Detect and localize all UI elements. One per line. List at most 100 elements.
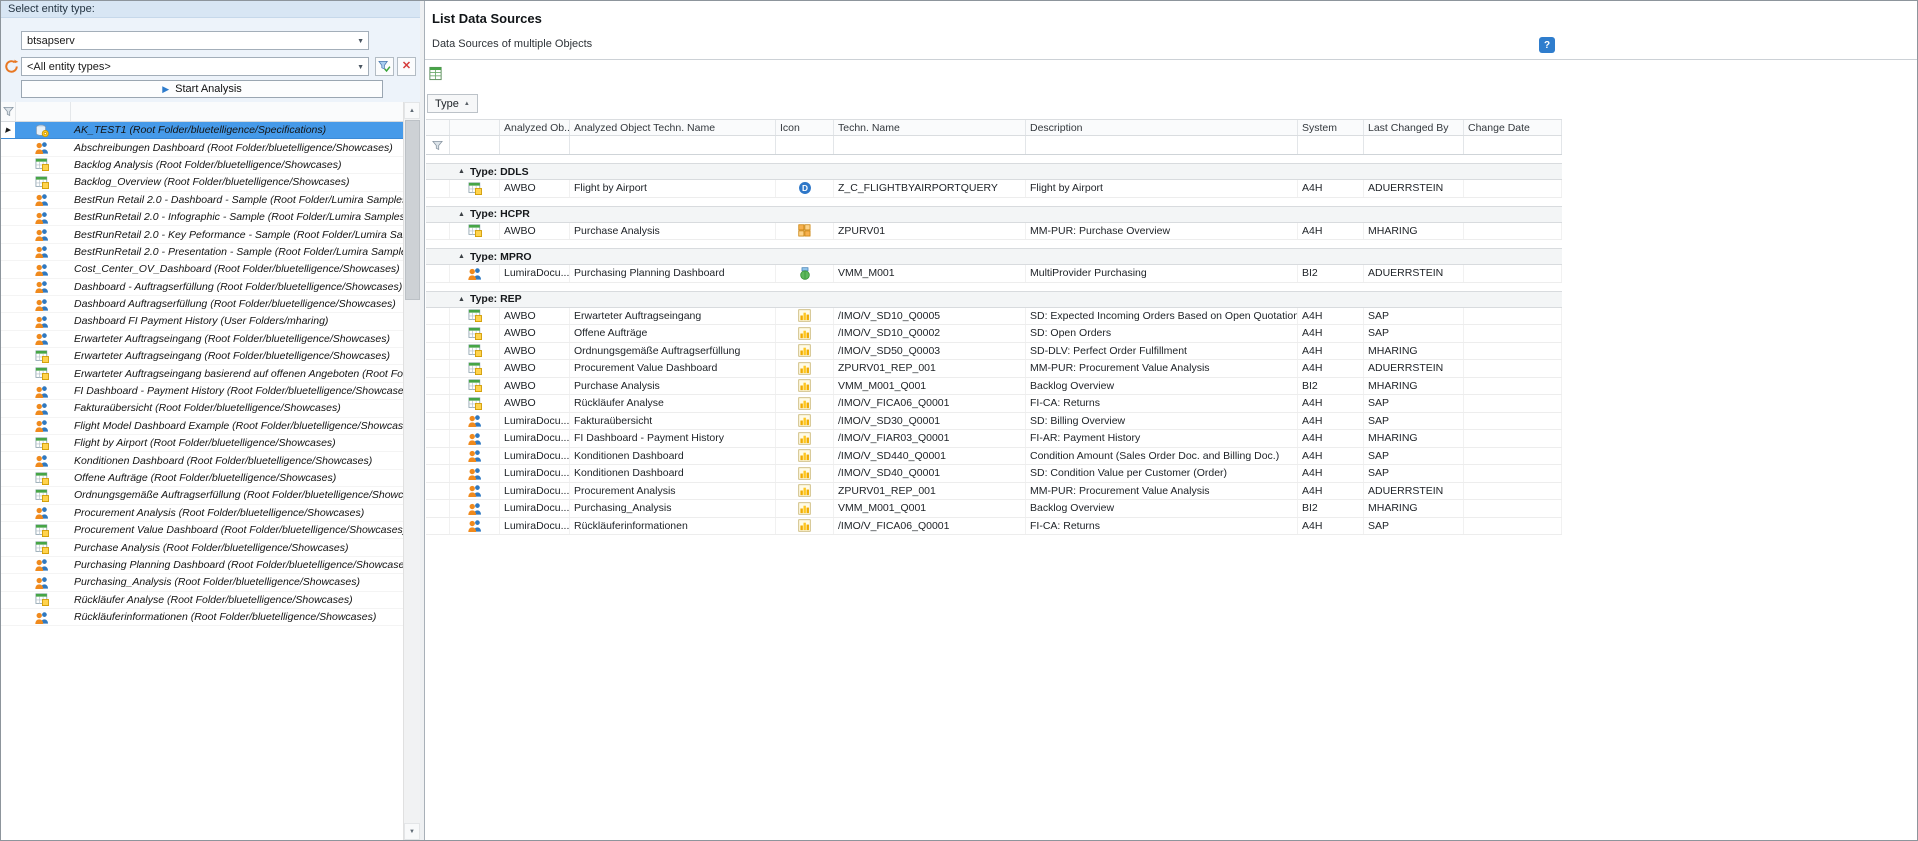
entity-list-item[interactable]: Konditionen Dashboard (Root Folder/bluet…: [1, 452, 403, 469]
column-header[interactable]: System: [1298, 120, 1364, 135]
export-excel-button[interactable]: [428, 66, 444, 82]
entity-list-item[interactable]: Purchasing Planning Dashboard (Root Fold…: [1, 557, 403, 574]
group-row[interactable]: ▲Type: MPRO: [426, 248, 1562, 265]
table-row[interactable]: AWBOFlight by AirportDZ_C_FLIGHTBYAIRPOR…: [426, 180, 1562, 198]
column-header-blank[interactable]: [426, 120, 450, 135]
system-cell: A4H: [1298, 395, 1364, 412]
entity-list-item[interactable]: Purchase Analysis (Root Folder/bluetelli…: [1, 539, 403, 556]
clear-filter-button[interactable]: ✕: [397, 57, 416, 76]
entity-list-item[interactable]: Cost_Center_OV_Dashboard (Root Folder/bl…: [1, 261, 403, 278]
scroll-down-button[interactable]: ▼: [404, 823, 420, 840]
filter-funnel-cell[interactable]: [426, 136, 450, 154]
entity-list-item[interactable]: Dashboard Auftragserfüllung (Root Folder…: [1, 296, 403, 313]
analyzed-object-cell: LumiraDocu...: [500, 265, 570, 282]
table-row[interactable]: LumiraDocu...Purchasing_AnalysisVMM_M001…: [426, 500, 1562, 518]
entity-list-item[interactable]: Dashboard - Auftragserfüllung (Root Fold…: [1, 279, 403, 296]
table-row[interactable]: AWBOPurchase AnalysisZPURV01MM-PUR: Purc…: [426, 223, 1562, 241]
entity-icon-cell: [15, 524, 69, 537]
column-header[interactable]: Change Date: [1464, 120, 1562, 135]
rep-icon: [798, 484, 811, 497]
entity-list-item[interactable]: Abschreibungen Dashboard (Root Folder/bl…: [1, 139, 403, 156]
help-button[interactable]: ?: [1539, 37, 1555, 53]
entity-list-item[interactable]: Fakturaübersicht (Root Folder/bluetellig…: [1, 400, 403, 417]
group-by-chip[interactable]: Type ▲: [427, 94, 478, 113]
lumira-icon: [468, 467, 482, 480]
start-analysis-button[interactable]: ▶ Start Analysis: [21, 80, 383, 98]
entity-list-scrollbar[interactable]: ▲ ▼: [403, 102, 420, 840]
entity-list-item[interactable]: Offene Aufträge (Root Folder/bluetellige…: [1, 470, 403, 487]
entity-list-item[interactable]: FI Dashboard - Payment History (Root Fol…: [1, 383, 403, 400]
entity-list-item[interactable]: Purchasing_Analysis (Root Folder/bluetel…: [1, 574, 403, 591]
system-combo[interactable]: btsapserv ▼: [21, 31, 369, 50]
table-row[interactable]: AWBOOrdnungsgemäße Auftragserfüllung/IMO…: [426, 343, 1562, 361]
filter-cell[interactable]: [450, 136, 500, 154]
awbo-icon: [468, 344, 482, 357]
entity-list-item[interactable]: BestRun Retail 2.0 - Dashboard - Sample …: [1, 192, 403, 209]
entity-list-item[interactable]: Backlog Analysis (Root Folder/bluetellig…: [1, 157, 403, 174]
table-row[interactable]: AWBOErwarteter Auftragseingang/IMO/V_SD1…: [426, 308, 1562, 326]
column-header[interactable]: Icon: [776, 120, 834, 135]
name-column-header[interactable]: [71, 102, 403, 121]
table-row[interactable]: LumiraDocu...Procurement AnalysisZPURV01…: [426, 483, 1562, 501]
entity-list-item[interactable]: Ordnungsgemäße Auftragserfüllung (Root F…: [1, 487, 403, 504]
entity-list-item[interactable]: BestRunRetail 2.0 - Key Peformance - Sam…: [1, 226, 403, 243]
filter-indicator-cell[interactable]: [1, 102, 16, 121]
object-icon-cell: [450, 308, 500, 325]
entity-type-combo[interactable]: <All entity types> ▼: [21, 57, 369, 76]
entity-label: Dashboard Auftragserfüllung (Root Folder…: [69, 298, 403, 310]
entity-list-item[interactable]: Procurement Analysis (Root Folder/bluete…: [1, 505, 403, 522]
reload-icon[interactable]: [4, 59, 19, 74]
entity-list-item[interactable]: ▶AK_TEST1 (Root Folder/bluetelligence/Sp…: [1, 122, 403, 139]
entity-list-item[interactable]: Dashboard FI Payment History (User Folde…: [1, 313, 403, 330]
filter-cell[interactable]: [500, 136, 570, 154]
table-row[interactable]: LumiraDocu...Konditionen Dashboard/IMO/V…: [426, 465, 1562, 483]
scrollbar-thumb[interactable]: [405, 120, 420, 300]
table-row[interactable]: AWBOProcurement Value DashboardZPURV01_R…: [426, 360, 1562, 378]
edit-filter-button[interactable]: [375, 57, 394, 76]
filter-cell[interactable]: [1026, 136, 1298, 154]
entity-list-item[interactable]: Erwarteter Auftragseingang (Root Folder/…: [1, 331, 403, 348]
chevron-down-icon[interactable]: ▼: [357, 64, 364, 71]
filter-cell[interactable]: [570, 136, 776, 154]
column-header[interactable]: Analyzed Object Techn. Name: [570, 120, 776, 135]
icon-column-header[interactable]: [16, 102, 71, 121]
column-header-blank[interactable]: [450, 120, 500, 135]
row-indicator-cell: [426, 430, 450, 447]
chevron-down-icon[interactable]: ▼: [357, 38, 364, 45]
filter-cell[interactable]: [1298, 136, 1364, 154]
table-row[interactable]: LumiraDocu...Rückläuferinformationen/IMO…: [426, 518, 1562, 536]
entity-list-item[interactable]: Procurement Value Dashboard (Root Folder…: [1, 522, 403, 539]
column-header[interactable]: Description: [1026, 120, 1298, 135]
entity-list-item[interactable]: Erwarteter Auftragseingang basierend auf…: [1, 365, 403, 382]
entity-label: FI Dashboard - Payment History (Root Fol…: [69, 385, 403, 397]
filter-cell[interactable]: [1464, 136, 1562, 154]
column-header[interactable]: Last Changed By: [1364, 120, 1464, 135]
column-header[interactable]: Techn. Name: [834, 120, 1026, 135]
scroll-up-button[interactable]: ▲: [404, 102, 420, 119]
table-row[interactable]: AWBOOffene Aufträge/IMO/V_SD10_Q0002SD: …: [426, 325, 1562, 343]
group-row[interactable]: ▲Type: REP: [426, 291, 1562, 308]
table-row[interactable]: LumiraDocu...Konditionen Dashboard/IMO/V…: [426, 448, 1562, 466]
table-row[interactable]: LumiraDocu...Fakturaübersicht/IMO/V_SD30…: [426, 413, 1562, 431]
entity-list-item[interactable]: Rückläufer Analyse (Root Folder/bluetell…: [1, 592, 403, 609]
table-row[interactable]: LumiraDocu...Purchasing Planning Dashboa…: [426, 265, 1562, 283]
entity-list-item[interactable]: Backlog_Overview (Root Folder/bluetellig…: [1, 174, 403, 191]
entity-list-item[interactable]: BestRunRetail 2.0 - Presentation - Sampl…: [1, 244, 403, 261]
entity-list-item[interactable]: Rückläuferinformationen (Root Folder/blu…: [1, 609, 403, 626]
group-row[interactable]: ▲Type: DDLS: [426, 163, 1562, 180]
entity-list-item[interactable]: BestRunRetail 2.0 - Infographic - Sample…: [1, 209, 403, 226]
table-row[interactable]: LumiraDocu...FI Dashboard - Payment Hist…: [426, 430, 1562, 448]
table-row[interactable]: AWBOPurchase AnalysisVMM_M001_Q001Backlo…: [426, 378, 1562, 396]
filter-cell[interactable]: [834, 136, 1026, 154]
entity-list-item[interactable]: Erwarteter Auftragseingang (Root Folder/…: [1, 348, 403, 365]
entity-list-item[interactable]: Flight by Airport (Root Folder/bluetelli…: [1, 435, 403, 452]
app-window: Select entity type: btsapserv ▼ <All ent…: [0, 0, 1918, 841]
column-header[interactable]: Analyzed Ob...: [500, 120, 570, 135]
last-changed-by-cell: SAP: [1364, 518, 1464, 535]
table-row[interactable]: AWBORückläufer Analyse/IMO/V_FICA06_Q000…: [426, 395, 1562, 413]
row-indicator-cell: [426, 395, 450, 412]
filter-cell[interactable]: [776, 136, 834, 154]
group-row[interactable]: ▲Type: HCPR: [426, 206, 1562, 223]
filter-cell[interactable]: [1364, 136, 1464, 154]
entity-list-item[interactable]: Flight Model Dashboard Example (Root Fol…: [1, 418, 403, 435]
